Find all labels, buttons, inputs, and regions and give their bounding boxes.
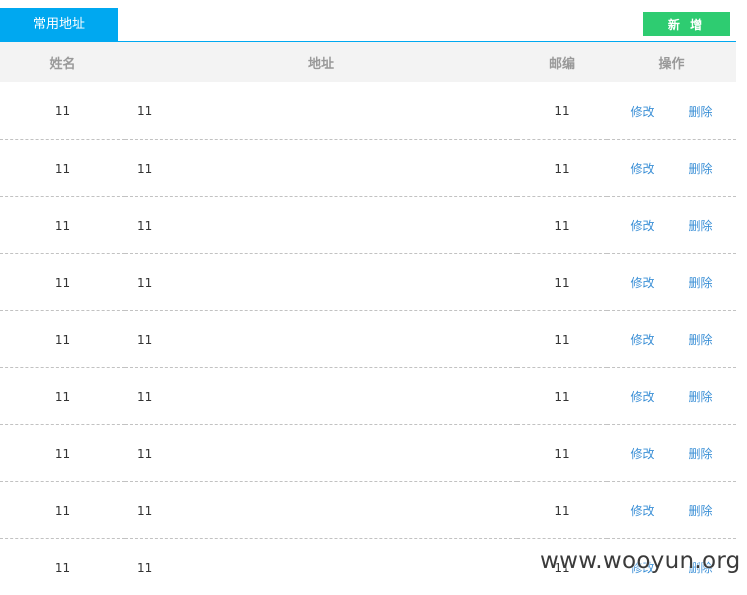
cell-name: 11 [54,275,71,290]
cell-ops: 修改 删除 [607,139,736,196]
delete-link[interactable]: 删除 [689,160,713,177]
cell-zip: 11 [554,218,570,233]
cell-address: 11 [137,218,153,233]
edit-link[interactable]: 修改 [630,160,654,177]
cell-ops: 修改 删除 [607,253,736,310]
edit-link[interactable]: 修改 [630,502,654,519]
header-zip: 邮编 [548,56,575,72]
cell-address: 11 [137,104,153,119]
cell-name: 11 [54,446,71,461]
delete-link[interactable]: 删除 [689,103,713,120]
add-address-button[interactable]: 新 增 [643,12,730,36]
cell-address: 11 [137,332,153,347]
edit-link[interactable]: 修改 [630,445,654,462]
table-row: 11 11 11 修改 删除 [0,82,736,139]
address-table: 姓名 地址 邮编 操作 11 11 11 修改 删除 11 11 11 修改 删除 11 11 11 修改… [0,42,736,595]
cell-ops: 修改 删除 [607,196,736,253]
cell-zip: 11 [554,104,570,119]
delete-link[interactable]: 删除 [689,331,713,348]
cell-name: 11 [54,218,71,233]
cell-zip: 11 [554,275,570,290]
cell-address: 11 [137,560,153,575]
cell-ops: 修改 删除 [607,424,736,481]
table-row: 11 11 11 修改 删除 [0,310,736,367]
cell-name: 11 [54,104,71,119]
header-name: 姓名 [49,56,76,72]
tab-common-addresses[interactable]: 常用地址 [0,8,118,42]
table-row: 11 11 11 修改 删除 [0,424,736,481]
table-row: 11 11 11 修改 删除 [0,481,736,538]
delete-link[interactable]: 删除 [689,274,713,291]
tab-bar: 常用地址 新 增 [0,0,736,42]
cell-ops: 修改 删除 [607,310,736,367]
cell-ops: 修改 删除 [607,367,736,424]
cell-name: 11 [54,161,71,176]
cell-zip: 11 [554,332,570,347]
cell-address: 11 [137,446,153,461]
cell-zip: 11 [554,503,570,518]
table-row: 11 11 11 修改 删除 [0,367,736,424]
delete-link[interactable]: 删除 [689,445,713,462]
table-row: 11 11 11 修改 删除 [0,196,736,253]
delete-link[interactable]: 删除 [689,388,713,405]
cell-address: 11 [137,275,153,290]
edit-link[interactable]: 修改 [630,331,654,348]
edit-link[interactable]: 修改 [630,388,654,405]
edit-link[interactable]: 修改 [630,103,654,120]
cell-address: 11 [137,389,153,404]
delete-link[interactable]: 删除 [689,217,713,234]
edit-link[interactable]: 修改 [630,274,654,291]
cell-address: 11 [137,161,153,176]
cell-zip: 11 [554,446,570,461]
cell-name: 11 [54,332,71,347]
watermark: www.wooyun.org [540,548,741,574]
edit-link[interactable]: 修改 [630,217,654,234]
cell-ops: 修改 删除 [607,481,736,538]
header-ops: 操作 [658,56,685,72]
delete-link[interactable]: 删除 [689,502,713,519]
cell-zip: 11 [554,389,570,404]
cell-ops: 修改 删除 [607,82,736,139]
cell-name: 11 [54,389,71,404]
table-row: 11 11 11 修改 删除 [0,253,736,310]
cell-name: 11 [54,560,71,575]
table-header-row: 姓名 地址 邮编 操作 [0,42,736,82]
header-address: 地址 [307,56,334,72]
cell-name: 11 [54,503,71,518]
cell-zip: 11 [554,161,570,176]
table-row: 11 11 11 修改 删除 [0,139,736,196]
cell-address: 11 [137,503,153,518]
